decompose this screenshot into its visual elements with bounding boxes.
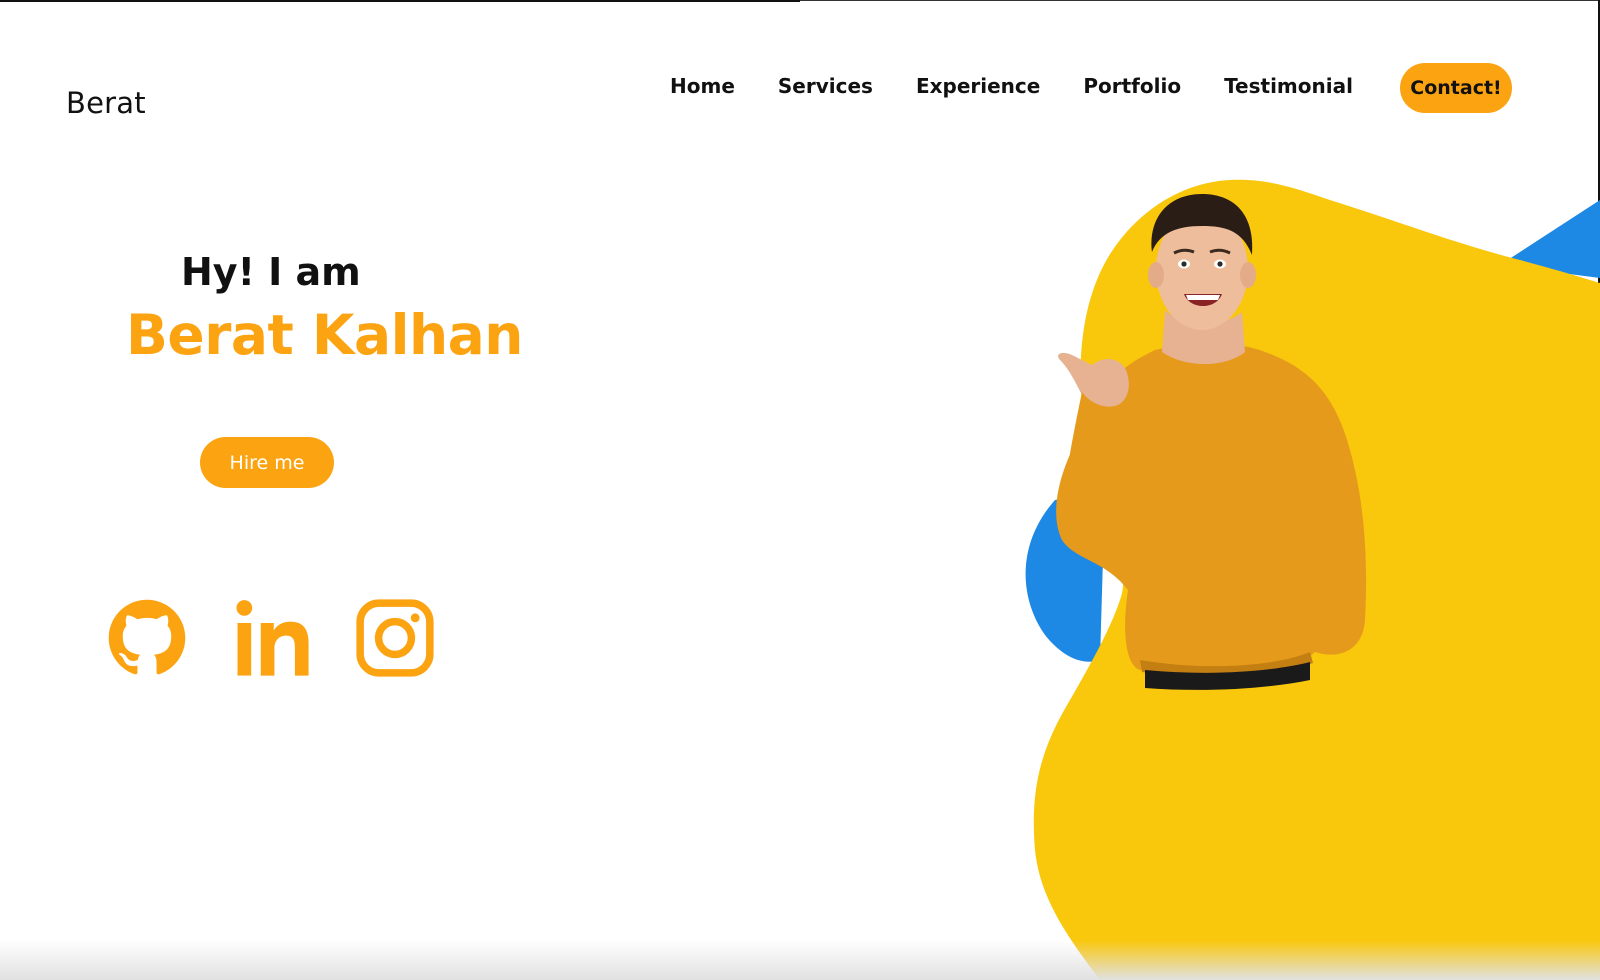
hero-greeting: Hy! I am <box>181 250 361 294</box>
page: Berat Home Services Experience Portfolio… <box>0 0 1600 980</box>
nav-link-experience[interactable]: Experience <box>916 74 1040 98</box>
window-top-border <box>0 0 800 2</box>
window-top-border-right <box>800 0 1600 1</box>
linkedin-icon[interactable] <box>230 597 312 679</box>
hire-me-button[interactable]: Hire me <box>200 437 334 488</box>
site-logo[interactable]: Berat <box>66 86 146 120</box>
nav-link-portfolio[interactable]: Portfolio <box>1083 74 1181 98</box>
instagram-icon[interactable] <box>354 597 436 679</box>
nav-link-home[interactable]: Home <box>670 74 735 98</box>
nav-link-services[interactable]: Services <box>778 74 873 98</box>
nav-link-testimonial[interactable]: Testimonial <box>1224 74 1353 98</box>
social-links <box>106 597 478 679</box>
main-nav: Home Services Experience Portfolio Testi… <box>670 74 1396 98</box>
hero-illustration <box>1025 179 1600 980</box>
github-icon[interactable] <box>106 597 188 679</box>
bottom-shadow <box>0 940 1600 980</box>
contact-button[interactable]: Contact! <box>1400 63 1512 113</box>
hero-name: Berat Kalhan <box>126 303 523 367</box>
